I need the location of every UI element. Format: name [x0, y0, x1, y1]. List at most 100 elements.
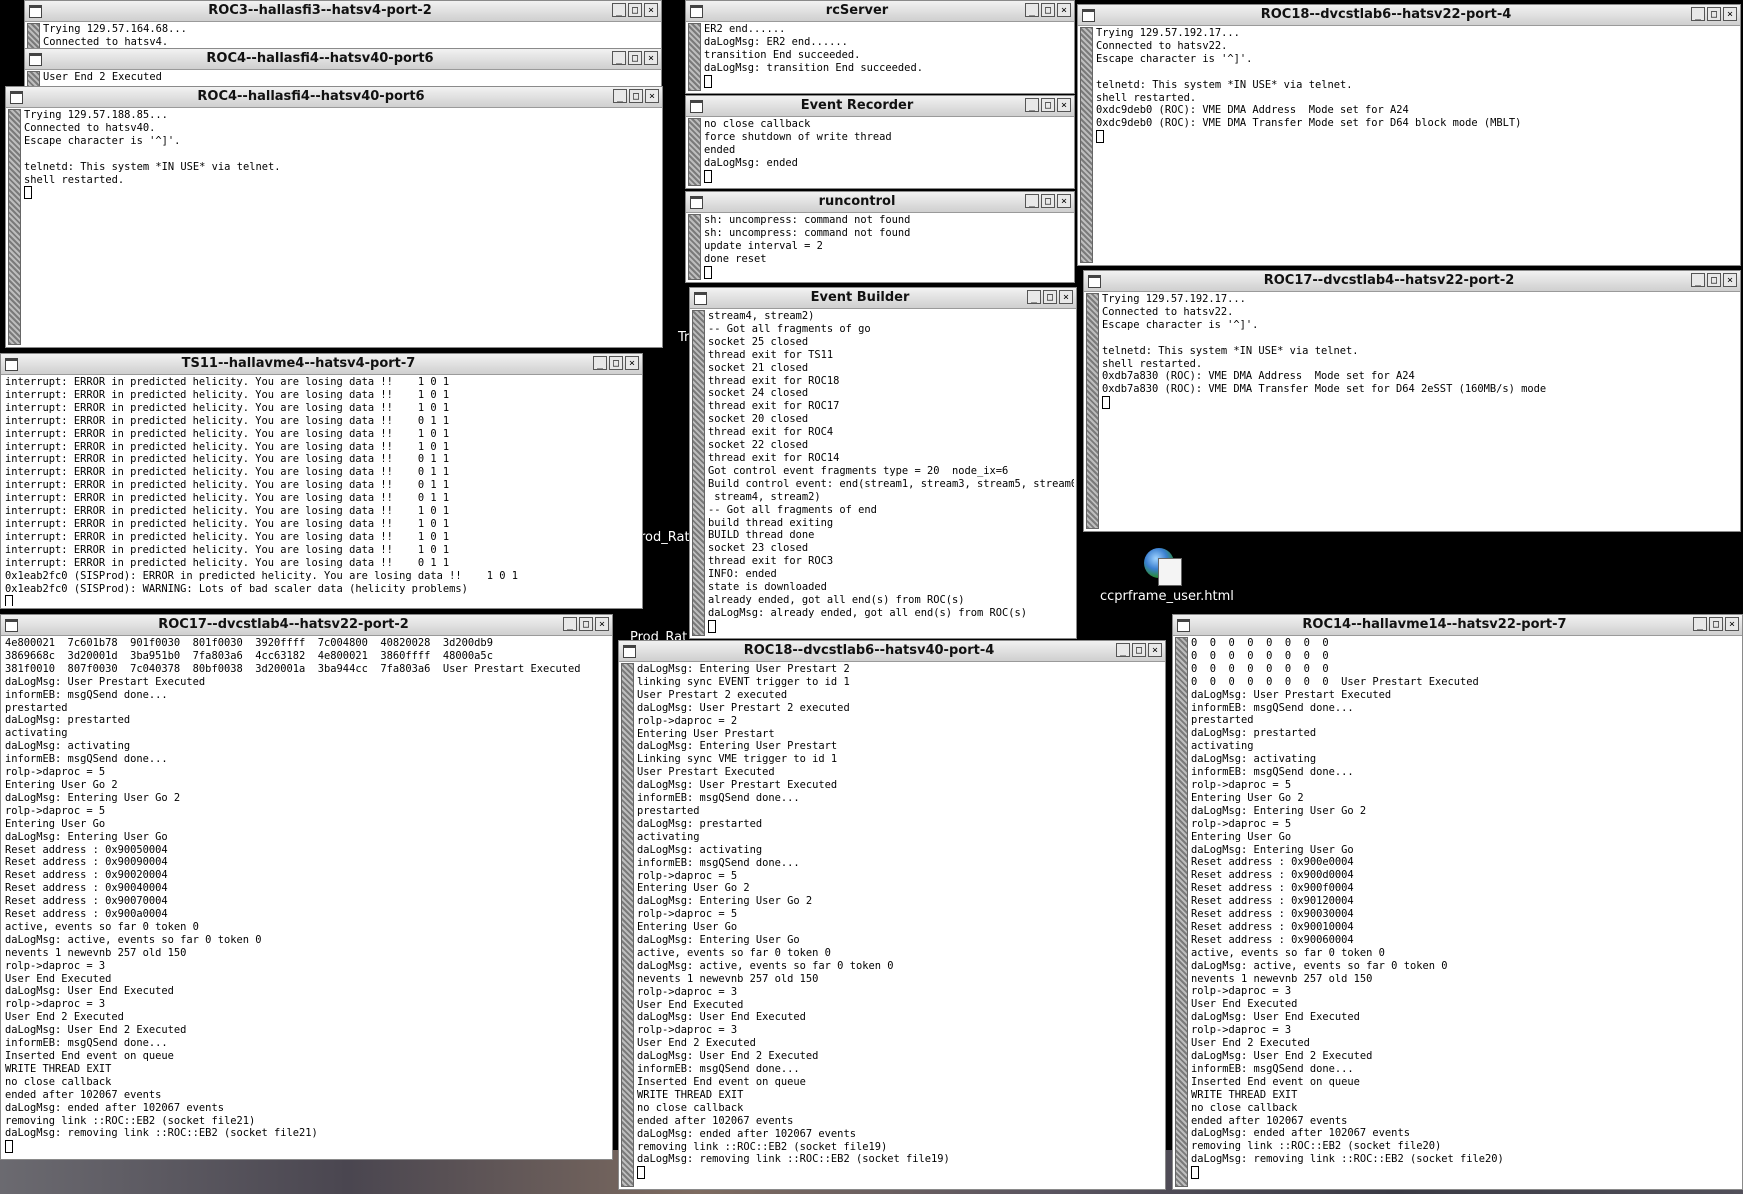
- maximize-icon[interactable]: □: [1709, 617, 1723, 631]
- scrollbar[interactable]: [688, 118, 701, 186]
- maximize-icon[interactable]: □: [628, 51, 642, 65]
- title-bar[interactable]: ROC17--dvcstlab4--hatsv22-port-2 _ □ ×: [1, 615, 612, 636]
- terminal-line: prestarted: [5, 701, 68, 714]
- scrollbar[interactable]: [688, 23, 701, 91]
- window-menu-icon[interactable]: [1088, 275, 1101, 288]
- title-bar[interactable]: Event Builder _ □ ×: [690, 288, 1076, 309]
- minimize-icon[interactable]: _: [1693, 617, 1707, 631]
- title-bar[interactable]: ROC3--hallasfi3--hatsv4-port-2 _ □ ×: [25, 1, 661, 22]
- maximize-icon[interactable]: □: [579, 617, 593, 631]
- event-recorder-window[interactable]: Event Recorder _ □ × no close callback force…: [685, 95, 1075, 189]
- title-bar[interactable]: rcServer _ □ ×: [686, 1, 1074, 22]
- minimize-icon[interactable]: _: [563, 617, 577, 631]
- title-bar[interactable]: ROC18--dvcstlab6--hatsv40-port-4 _ □ ×: [619, 641, 1165, 662]
- runcontrol-window[interactable]: runcontrol _ □ × sh: uncompress: command no…: [685, 191, 1075, 283]
- close-icon[interactable]: ×: [644, 3, 658, 17]
- scrollbar[interactable]: [1080, 27, 1093, 263]
- title-bar[interactable]: Event Recorder _ □ ×: [686, 96, 1074, 117]
- terminal-line: daLogMsg: activating: [5, 740, 131, 753]
- maximize-icon[interactable]: □: [609, 356, 623, 370]
- close-icon[interactable]: ×: [1057, 98, 1071, 112]
- window-menu-icon[interactable]: [690, 100, 703, 113]
- minimize-icon[interactable]: _: [1025, 194, 1039, 208]
- desktop-icon-label[interactable]: ccprframe_user.html: [1100, 589, 1234, 604]
- terminal-window-roc4[interactable]: ROC4--hallasfi4--hatsv40-port6 _ □ × Trying…: [5, 86, 663, 348]
- title-bar[interactable]: ROC18--dvcstlab6--hatsv22-port-4 _ □ ×: [1078, 5, 1740, 26]
- scrollbar[interactable]: [692, 310, 705, 636]
- terminal-window-ts11[interactable]: TS11--hallavme4--hatsv4-port-7 _ □ × interr…: [0, 353, 643, 609]
- maximize-icon[interactable]: □: [1707, 273, 1721, 287]
- close-icon[interactable]: ×: [1148, 643, 1162, 657]
- window-menu-icon[interactable]: [5, 358, 18, 371]
- minimize-icon[interactable]: _: [1025, 98, 1039, 112]
- window-menu-icon[interactable]: [1082, 9, 1095, 22]
- close-icon[interactable]: ×: [1725, 617, 1739, 631]
- minimize-icon[interactable]: _: [1691, 7, 1705, 21]
- terminal-window-roc18-hatsv40[interactable]: ROC18--dvcstlab6--hatsv40-port-4 _ □ × daLo…: [618, 640, 1166, 1190]
- close-icon[interactable]: ×: [625, 356, 639, 370]
- title-bar[interactable]: TS11--hallavme4--hatsv4-port-7 _ □ ×: [1, 354, 642, 375]
- title-bar[interactable]: ROC4--hallasfi4--hatsv40-port6 _ □ ×: [25, 49, 661, 70]
- window-menu-icon[interactable]: [690, 5, 703, 18]
- maximize-icon[interactable]: □: [1707, 7, 1721, 21]
- minimize-icon[interactable]: _: [612, 3, 626, 17]
- scrollbar[interactable]: [621, 663, 634, 1187]
- event-builder-window[interactable]: Event Builder _ □ × stream4, stream2) -- Got…: [689, 287, 1077, 639]
- maximize-icon[interactable]: □: [629, 89, 643, 103]
- close-icon[interactable]: ×: [644, 51, 658, 65]
- close-icon[interactable]: ×: [645, 89, 659, 103]
- terminal-window-roc17-hatsv22[interactable]: ROC17--dvcstlab4--hatsv22-port-2 _ □ × Tryi…: [1083, 270, 1741, 532]
- html-file-icon[interactable]: [1158, 558, 1182, 586]
- minimize-icon[interactable]: _: [612, 51, 626, 65]
- maximize-icon[interactable]: □: [1132, 643, 1146, 657]
- window-menu-icon[interactable]: [29, 53, 42, 66]
- maximize-icon[interactable]: □: [628, 3, 642, 17]
- rcserver-window[interactable]: rcServer _ □ × ER2 end...... daLogMsg: ER2 e…: [685, 0, 1075, 94]
- title-bar[interactable]: ROC14--hallavme14--hatsv22-port-7 _ □ ×: [1173, 615, 1742, 636]
- maximize-icon[interactable]: □: [1041, 3, 1055, 17]
- title-bar[interactable]: runcontrol _ □ ×: [686, 192, 1074, 213]
- close-icon[interactable]: ×: [1057, 194, 1071, 208]
- maximize-icon[interactable]: □: [1041, 98, 1055, 112]
- terminal-window-roc18-hatsv22[interactable]: ROC18--dvcstlab6--hatsv22-port-4 _ □ × Tryi…: [1077, 4, 1741, 266]
- minimize-icon[interactable]: _: [1691, 273, 1705, 287]
- terminal-line: shell restarted.: [1096, 91, 1197, 104]
- window-menu-icon[interactable]: [623, 645, 636, 658]
- title-bar[interactable]: ROC4--hallasfi4--hatsv40-port6 _ □ ×: [6, 87, 662, 108]
- minimize-icon[interactable]: _: [593, 356, 607, 370]
- terminal-line: Reset address : 0x90010004: [1191, 920, 1354, 933]
- scrollbar[interactable]: [1175, 637, 1188, 1187]
- window-menu-icon[interactable]: [694, 292, 707, 305]
- terminal-line: Reset address : 0x900d0004: [1191, 869, 1354, 882]
- desktop-icon-label-fragment[interactable]: rod_Rat: [640, 530, 690, 545]
- window-menu-icon[interactable]: [10, 91, 23, 104]
- window-menu-icon[interactable]: [29, 5, 42, 18]
- terminal-window-roc14[interactable]: ROC14--hallavme14--hatsv22-port-7 _ □ × 0 0…: [1172, 614, 1743, 1190]
- maximize-icon[interactable]: □: [1041, 194, 1055, 208]
- terminal-line: User End 2 Executed: [1191, 1037, 1310, 1050]
- terminal-line: daLogMsg: activating: [1191, 753, 1317, 766]
- terminal-line: shell restarted.: [24, 173, 125, 186]
- terminal-line: interrupt: ERROR in predicted helicity. …: [5, 505, 450, 518]
- window-menu-icon[interactable]: [5, 619, 18, 632]
- window-menu-icon[interactable]: [1177, 619, 1190, 632]
- minimize-icon[interactable]: _: [1116, 643, 1130, 657]
- desktop-icon-label-fragment[interactable]: Tr: [678, 330, 689, 345]
- window-menu-icon[interactable]: [690, 196, 703, 209]
- scrollbar[interactable]: [8, 109, 21, 345]
- window-title: ROC18--dvcstlab6--hatsv22-port-4: [1260, 7, 1512, 22]
- scrollbar[interactable]: [1086, 293, 1099, 529]
- scrollbar[interactable]: [688, 214, 701, 280]
- close-icon[interactable]: ×: [1723, 273, 1737, 287]
- close-icon[interactable]: ×: [1723, 7, 1737, 21]
- terminal-line: daLogMsg: ended after 102067 events: [5, 1101, 224, 1114]
- maximize-icon[interactable]: □: [1043, 290, 1057, 304]
- title-bar[interactable]: ROC17--dvcstlab4--hatsv22-port-2 _ □ ×: [1084, 271, 1740, 292]
- close-icon[interactable]: ×: [1059, 290, 1073, 304]
- close-icon[interactable]: ×: [1057, 3, 1071, 17]
- minimize-icon[interactable]: _: [613, 89, 627, 103]
- close-icon[interactable]: ×: [595, 617, 609, 631]
- minimize-icon[interactable]: _: [1025, 3, 1039, 17]
- minimize-icon[interactable]: _: [1027, 290, 1041, 304]
- terminal-window-roc17-hatsv22-output[interactable]: ROC17--dvcstlab4--hatsv22-port-2 _ □ × 4e80…: [0, 614, 613, 1160]
